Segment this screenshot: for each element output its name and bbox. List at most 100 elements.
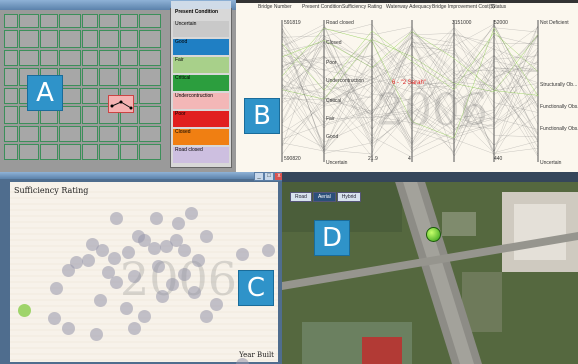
- treemap-tile[interactable]: [139, 126, 161, 142]
- scatter-point[interactable]: [122, 246, 135, 259]
- treemap-tile[interactable]: [139, 14, 161, 28]
- scatter-point[interactable]: [138, 310, 151, 323]
- scatter-point[interactable]: [188, 286, 201, 299]
- treemap-tile[interactable]: [120, 14, 138, 28]
- map-tab[interactable]: Aerial: [312, 192, 336, 202]
- scatter-point[interactable]: [108, 252, 121, 265]
- map-tab[interactable]: Road: [290, 192, 312, 202]
- treemap-tile[interactable]: [40, 126, 58, 142]
- treemap-tile[interactable]: [19, 144, 39, 160]
- treemap-tile[interactable]: [40, 50, 58, 66]
- legend-item[interactable]: Undercontruction: [173, 93, 229, 109]
- scatter-point[interactable]: [62, 264, 75, 277]
- treemap-tile[interactable]: [4, 50, 18, 66]
- scatter-point[interactable]: [120, 302, 133, 315]
- treemap-tile[interactable]: [4, 14, 18, 28]
- scatter-point[interactable]: [128, 270, 141, 283]
- treemap-tile[interactable]: [99, 126, 119, 142]
- scatter-point[interactable]: [185, 207, 198, 220]
- location-marker[interactable]: [426, 227, 441, 242]
- legend-item[interactable]: Fair: [173, 57, 229, 73]
- scatter-point[interactable]: [172, 217, 185, 230]
- scatter-point[interactable]: [94, 294, 107, 307]
- treemap-tile[interactable]: [4, 30, 18, 48]
- map-window[interactable]: Road Aerial Hybrid D: [282, 172, 578, 364]
- treemap-tile[interactable]: [82, 88, 98, 104]
- close-button[interactable]: x: [274, 172, 282, 181]
- scatter-point[interactable]: [200, 230, 213, 243]
- treemap-tile[interactable]: [120, 144, 138, 160]
- map-tab[interactable]: Hybrid: [336, 192, 362, 202]
- treemap-tile[interactable]: [4, 144, 18, 160]
- treemap-tile[interactable]: [82, 50, 98, 66]
- legend-item[interactable]: Closed: [173, 129, 229, 145]
- scatter-point[interactable]: [82, 254, 95, 267]
- treemap-tile[interactable]: [99, 30, 119, 48]
- treemap-tile[interactable]: [139, 88, 161, 104]
- treemap-tile[interactable]: [82, 106, 98, 124]
- scatter-point[interactable]: [166, 278, 179, 291]
- treemap-tile[interactable]: [120, 30, 138, 48]
- legend-item[interactable]: Uncertain: [173, 21, 229, 37]
- highlighted-point[interactable]: [18, 304, 31, 317]
- treemap-tile[interactable]: [99, 68, 119, 86]
- scatter-point[interactable]: [192, 254, 205, 267]
- treemap-tile[interactable]: [82, 144, 98, 160]
- highlight-tile[interactable]: [108, 95, 134, 113]
- treemap-tile[interactable]: [139, 144, 161, 160]
- scatter-point[interactable]: [128, 322, 141, 335]
- scatter-point[interactable]: [236, 358, 249, 364]
- treemap-tile[interactable]: [59, 30, 81, 48]
- scatter-point[interactable]: [150, 212, 163, 225]
- treemap-tile[interactable]: [59, 126, 81, 142]
- treemap-tile[interactable]: [139, 50, 161, 66]
- treemap-tile[interactable]: [19, 30, 39, 48]
- treemap-tile[interactable]: [120, 68, 138, 86]
- treemap-tile[interactable]: [82, 68, 98, 86]
- treemap-tile[interactable]: [99, 14, 119, 28]
- treemap-tile[interactable]: [59, 14, 81, 28]
- legend-item[interactable]: Critical: [173, 75, 229, 91]
- treemap-tile[interactable]: [4, 68, 18, 86]
- scatter-point[interactable]: [62, 322, 75, 335]
- treemap-tile[interactable]: [40, 30, 58, 48]
- treemap-tile[interactable]: [59, 144, 81, 160]
- scatter-point[interactable]: [236, 248, 249, 261]
- legend-item[interactable]: Road closed: [173, 147, 229, 163]
- scatter-point[interactable]: [156, 290, 169, 303]
- treemap-tile[interactable]: [19, 126, 39, 142]
- treemap-tile[interactable]: [82, 126, 98, 142]
- scatter-point[interactable]: [262, 244, 275, 257]
- treemap-tile[interactable]: [59, 50, 81, 66]
- scatter-point[interactable]: [210, 298, 223, 311]
- scatter-point[interactable]: [178, 244, 191, 257]
- treemap-tile[interactable]: [139, 30, 161, 48]
- scatter-point[interactable]: [178, 268, 191, 281]
- legend-item[interactable]: Poor: [173, 111, 229, 127]
- treemap-tile[interactable]: [19, 14, 39, 28]
- treemap-tile[interactable]: [4, 88, 18, 104]
- treemap-tile[interactable]: [82, 14, 98, 28]
- scatter-point[interactable]: [48, 312, 61, 325]
- treemap-tile[interactable]: [120, 126, 138, 142]
- treemap-tile[interactable]: [19, 50, 39, 66]
- treemap-tile[interactable]: [4, 126, 18, 142]
- treemap-tile[interactable]: [120, 50, 138, 66]
- treemap-tile[interactable]: [40, 14, 58, 28]
- scatter-point[interactable]: [148, 242, 161, 255]
- scatter-point[interactable]: [96, 244, 109, 257]
- scatter-point[interactable]: [200, 310, 213, 323]
- treemap-tile[interactable]: [99, 144, 119, 160]
- treemap-tile[interactable]: [4, 106, 18, 124]
- scatter-point[interactable]: [110, 212, 123, 225]
- minimize-button[interactable]: _: [254, 172, 264, 181]
- treemap-tile[interactable]: [40, 144, 58, 160]
- scatter-point[interactable]: [90, 328, 103, 341]
- treemap-tile[interactable]: [139, 68, 161, 86]
- legend-item[interactable]: Good: [173, 39, 229, 55]
- treemap-tile[interactable]: [82, 30, 98, 48]
- scatter-point[interactable]: [152, 260, 165, 273]
- treemap-tile[interactable]: [99, 50, 119, 66]
- scatter-point[interactable]: [50, 282, 63, 295]
- scatter-point[interactable]: [102, 266, 115, 279]
